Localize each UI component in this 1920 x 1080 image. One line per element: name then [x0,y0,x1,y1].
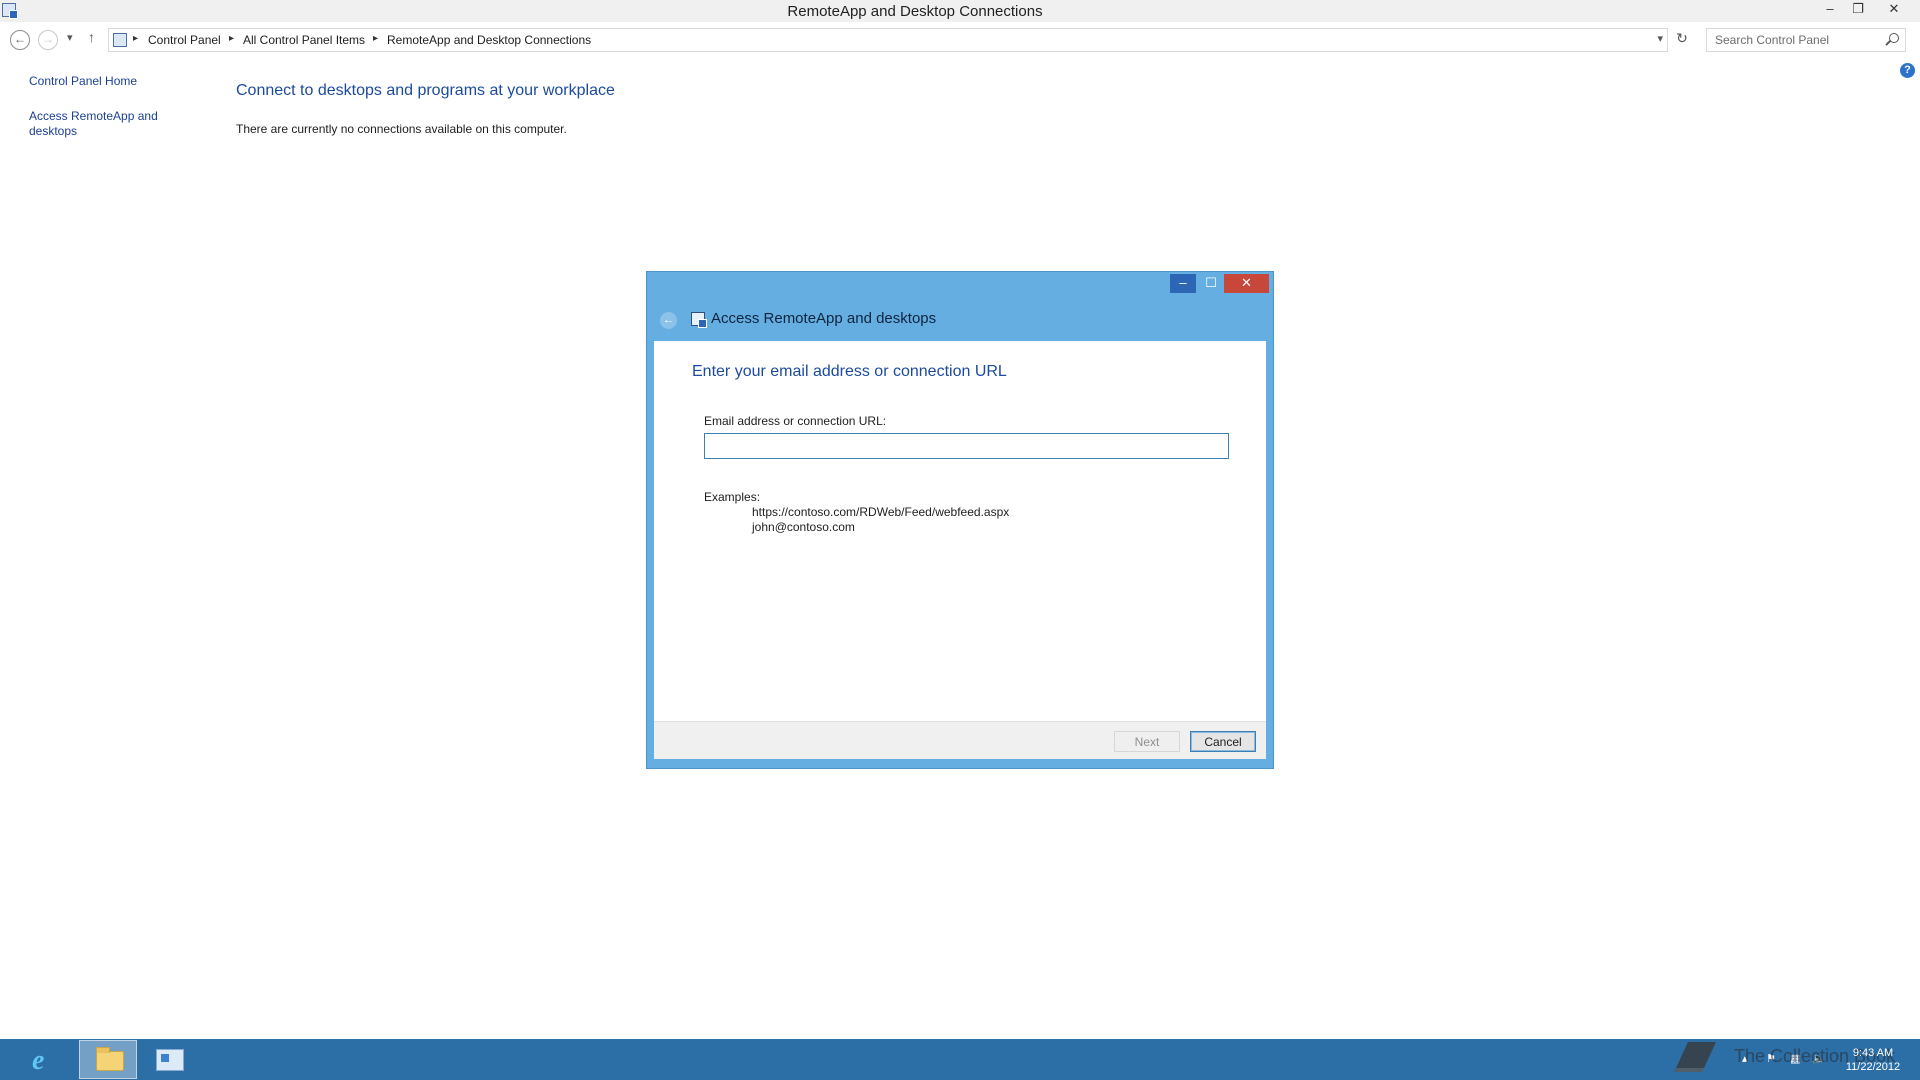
status-text: There are currently no connections avail… [236,122,567,136]
internet-explorer-icon: e [32,1045,45,1076]
search-icon[interactable] [1889,33,1899,43]
window-title: RemoteApp and Desktop Connections [787,3,1043,20]
control-panel-home-link[interactable]: Control Panel Home [29,74,189,89]
title-bar: RemoteApp and Desktop Connections – ❐ ✕ [0,0,1920,22]
url-field-label: Email address or connection URL: [704,414,887,428]
taskbar-file-explorer[interactable] [79,1040,137,1079]
dialog-back-arrow-icon[interactable]: ← [660,312,677,329]
back-arrow-icon[interactable]: ← [10,30,30,50]
example-url: https://contoso.com/RDWeb/Feed/webfeed.a… [752,505,1010,519]
dialog-minimize-button[interactable]: – [1170,274,1196,293]
cancel-button[interactable]: Cancel [1190,731,1256,752]
remoteapp-icon [691,312,707,328]
book-logo-icon [1674,1042,1716,1072]
address-dropdown-chevron-icon[interactable]: ▾ [1657,32,1663,45]
access-remoteapp-link[interactable]: Access RemoteApp and desktops [29,109,169,139]
dialog-heading: Enter your email address or connection U… [692,363,1007,380]
dialog-close-button[interactable]: ✕ [1224,274,1269,293]
taskbar-internet-explorer[interactable]: e [18,1040,76,1079]
page-title: Connect to desktops and programs at your… [236,82,615,99]
access-remoteapp-dialog: – ☐ ✕ ← Access RemoteApp and desktops En… [646,271,1274,769]
search-input[interactable] [1713,30,1883,50]
chevron-right-icon[interactable]: ▸ [229,33,234,44]
close-button[interactable]: ✕ [1880,0,1908,20]
chevron-right-icon[interactable]: ▸ [133,33,138,44]
next-button[interactable]: Next [1114,731,1180,752]
breadcrumb-control-panel[interactable]: Control Panel [148,33,221,47]
taskbar-control-panel[interactable] [140,1040,198,1079]
breadcrumb-remoteapp[interactable]: RemoteApp and Desktop Connections [387,33,591,47]
left-pane: Control Panel Home Access RemoteApp and … [29,74,189,159]
address-bar[interactable]: ▸ Control Panel ▸ All Control Panel Item… [108,28,1668,52]
dialog-footer: Next Cancel [654,721,1266,759]
up-arrow-icon[interactable]: ↑ [88,29,95,45]
chevron-right-icon[interactable]: ▸ [373,33,378,44]
minimize-button[interactable]: – [1816,0,1844,20]
recent-locations-chevron-icon[interactable]: ▾ [67,31,73,44]
forward-arrow-icon[interactable]: → [38,30,58,50]
control-panel-icon [113,33,127,47]
control-panel-icon [156,1049,184,1071]
navigation-bar: ← → ▾ ↑ ▸ Control Panel ▸ All Control Pa… [0,26,1920,56]
examples-label: Examples: [704,490,761,504]
clock[interactable]: 9:43 AM 11/22/2012 [1838,1046,1908,1074]
folder-icon [96,1047,124,1071]
search-box[interactable] [1706,28,1906,52]
dialog-body: Enter your email address or connection U… [654,341,1266,759]
clock-time: 9:43 AM [1852,1047,1894,1059]
help-icon[interactable]: ? [1900,63,1915,78]
example-email: john@contoso.com [752,520,855,534]
restore-button[interactable]: ❐ [1844,0,1872,20]
refresh-icon[interactable]: ↻ [1672,30,1692,50]
connection-url-input[interactable] [704,433,1229,459]
breadcrumb-all-items[interactable]: All Control Panel Items [243,33,365,47]
taskbar: e ▴ ⚑ ▦ 🔈 [0,1039,1920,1080]
clock-date: 11/22/2012 [1845,1061,1901,1073]
dialog-title: Access RemoteApp and desktops [711,310,937,327]
dialog-maximize-button[interactable]: ☐ [1198,274,1224,293]
